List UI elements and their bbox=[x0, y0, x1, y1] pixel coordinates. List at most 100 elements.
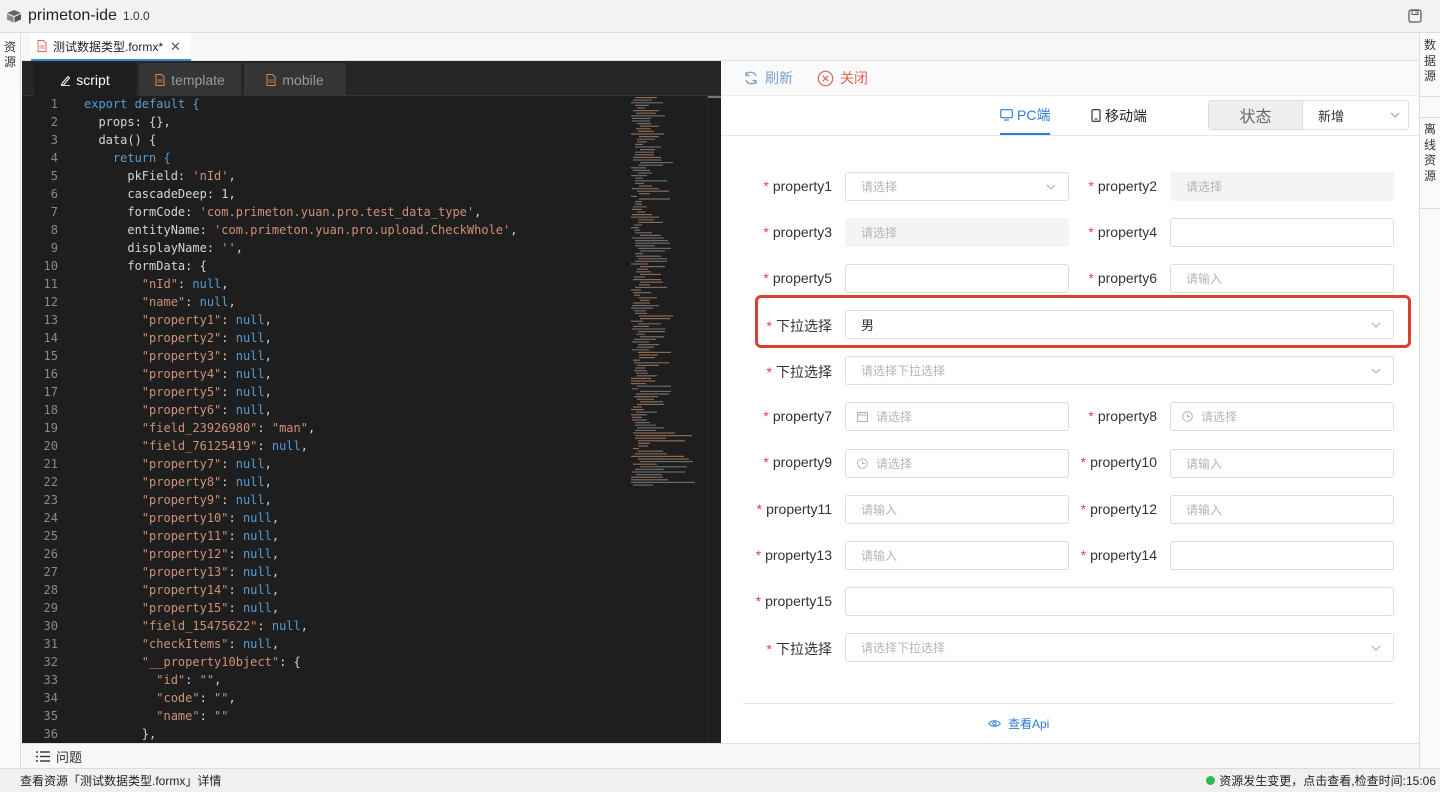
code-line[interactable]: 32 "__property10bject": { bbox=[22, 653, 629, 671]
problems-bar[interactable]: 问题 bbox=[22, 743, 1419, 768]
minimap-line bbox=[632, 416, 642, 418]
dropdown3-select[interactable]: 请选择下拉选择 bbox=[845, 633, 1394, 662]
code-line[interactable]: 16 "property4": null, bbox=[22, 365, 629, 383]
property11-input[interactable]: 请输入 bbox=[845, 495, 1069, 524]
property10-input[interactable]: 请输入 bbox=[1170, 449, 1394, 478]
minimap-line bbox=[640, 234, 661, 236]
code-line[interactable]: 3 data() { bbox=[22, 131, 629, 149]
code-line[interactable]: 18 "property6": null, bbox=[22, 401, 629, 419]
code-line[interactable]: 19 "field_23926980": "man", bbox=[22, 419, 629, 437]
code-line[interactable]: 34 "code": "", bbox=[22, 689, 629, 707]
tab-template[interactable]: template bbox=[139, 63, 241, 96]
code-line[interactable]: 14 "property2": null, bbox=[22, 329, 629, 347]
code-line[interactable]: 1 export default { bbox=[22, 95, 629, 113]
editor-scrollbar[interactable] bbox=[707, 96, 721, 743]
code-token: 'nId' bbox=[192, 169, 229, 183]
code-line[interactable]: 15 "property3": null, bbox=[22, 347, 629, 365]
refresh-button[interactable]: 刷新 bbox=[743, 68, 793, 88]
minimap-line bbox=[640, 401, 663, 403]
property9-time[interactable]: 请选择 bbox=[845, 449, 1069, 478]
dropdown2-select[interactable]: 请选择下拉选择 bbox=[845, 356, 1394, 385]
code-line[interactable]: 27 "property13": null, bbox=[22, 563, 629, 581]
minimap-line bbox=[636, 411, 657, 413]
close-button[interactable]: 关闭 bbox=[817, 68, 868, 88]
code-line[interactable]: 7 formCode: 'com.primeton.yuan.pro.test_… bbox=[22, 203, 629, 221]
property5-input[interactable] bbox=[845, 264, 1069, 293]
state-select[interactable]: 新增 bbox=[1303, 101, 1408, 129]
code-line[interactable]: 36 }, bbox=[22, 725, 629, 743]
code-line[interactable]: 6 cascadeDeep: 1, bbox=[22, 185, 629, 203]
property2-select[interactable]: 请选择 bbox=[1170, 172, 1394, 201]
code-line[interactable]: 9 displayName: '', bbox=[22, 239, 629, 257]
code-line[interactable]: 28 "property14": null, bbox=[22, 581, 629, 599]
code-line[interactable]: 25 "property11": null, bbox=[22, 527, 629, 545]
property8-time[interactable]: 请选择 bbox=[1170, 402, 1394, 431]
code-token: , bbox=[271, 547, 280, 561]
file-tab[interactable]: 测试数据类型.formx* ✕ bbox=[31, 33, 191, 61]
property4-input[interactable] bbox=[1170, 218, 1394, 247]
property12-input[interactable]: 请输入 bbox=[1170, 495, 1394, 524]
dropdown1-select[interactable]: 男 bbox=[845, 310, 1394, 339]
minimap-line bbox=[631, 102, 663, 104]
resources-panel-toggle[interactable]: 资源 bbox=[3, 40, 17, 70]
code-line[interactable]: 29 "property15": null, bbox=[22, 599, 629, 617]
left-rail: 资源 bbox=[0, 33, 21, 768]
tab-mobile-view[interactable]: 移动端 bbox=[1091, 96, 1147, 135]
scrollbar-thumb[interactable] bbox=[708, 96, 721, 98]
status-left-text[interactable]: 查看资源「测试数据类型.formx」详情 bbox=[20, 772, 221, 789]
minimap-line bbox=[637, 268, 648, 270]
property15-input[interactable] bbox=[845, 587, 1394, 616]
property6-input[interactable]: 请输入 bbox=[1170, 264, 1394, 293]
code-token: , bbox=[300, 619, 308, 633]
property3-select[interactable]: 请选择 bbox=[845, 218, 1069, 247]
code-line[interactable]: 13 "property1": null, bbox=[22, 311, 629, 329]
code-line[interactable]: 17 "property5": null, bbox=[22, 383, 629, 401]
property5-label: * property5 bbox=[763, 270, 832, 286]
code-token: null bbox=[271, 619, 301, 633]
code-line[interactable]: 5 pkField: 'nId', bbox=[22, 167, 629, 185]
code-line[interactable]: 24 "property10": null, bbox=[22, 509, 629, 527]
datasource-panel-toggle[interactable]: 数据源 bbox=[1420, 33, 1440, 97]
property14-input[interactable] bbox=[1170, 541, 1394, 570]
minimap-line bbox=[636, 271, 651, 273]
status-right[interactable]: 资源发生变更，点击查看,检查时间:15:06 bbox=[1206, 772, 1436, 789]
property7-date[interactable]: 请选择 bbox=[845, 402, 1069, 431]
view-api-link[interactable]: 查看Api bbox=[988, 715, 1049, 732]
code-line[interactable]: 8 entityName: 'com.primeton.yuan.pro.upl… bbox=[22, 221, 629, 239]
tab-script[interactable]: script bbox=[34, 63, 136, 96]
minimap-line bbox=[638, 331, 665, 333]
code-line[interactable]: 11 "nId": null, bbox=[22, 275, 629, 293]
close-tab-icon[interactable]: ✕ bbox=[170, 40, 181, 53]
code-token: , bbox=[264, 385, 272, 399]
code-line[interactable]: 22 "property8": null, bbox=[22, 473, 629, 491]
code-line[interactable]: 26 "property12": null, bbox=[22, 545, 629, 563]
offline-resources-toggle[interactable]: 离线资源 bbox=[1420, 117, 1440, 209]
code-line[interactable]: 35 "name": "" bbox=[22, 707, 629, 725]
tab-mobile[interactable]: mobile bbox=[244, 63, 346, 96]
code-minimap[interactable] bbox=[627, 95, 707, 495]
minimap-line bbox=[633, 432, 675, 434]
code-line[interactable]: 31 "checkItems": null, bbox=[22, 635, 629, 653]
code-line[interactable]: 23 "property9": null, bbox=[22, 491, 629, 509]
code-line[interactable]: 10 formData: { bbox=[22, 257, 629, 275]
code-editor[interactable]: script template mobile 1 export default {… bbox=[22, 61, 721, 743]
minimap-line bbox=[636, 112, 656, 114]
code-line[interactable]: 12 "name": null, bbox=[22, 293, 629, 311]
code-line[interactable]: 20 "field_76125419": null, bbox=[22, 437, 629, 455]
line-number: 8 bbox=[50, 223, 58, 237]
code-token: , bbox=[307, 421, 316, 435]
code-token: formData: { bbox=[84, 259, 207, 273]
save-icon[interactable] bbox=[1408, 9, 1422, 23]
line-number: 18 bbox=[43, 403, 58, 417]
property1-select[interactable]: 请选择 bbox=[845, 172, 1069, 201]
code-line[interactable]: 4 return { bbox=[22, 149, 629, 167]
property13-input[interactable]: 请输入 bbox=[845, 541, 1069, 570]
tab-pc[interactable]: PC端 bbox=[1000, 96, 1051, 135]
code-line[interactable]: 21 "property7": null, bbox=[22, 455, 629, 473]
code-token: : bbox=[221, 403, 236, 417]
code-line[interactable]: 33 "id": "", bbox=[22, 671, 629, 689]
code-line[interactable]: 30 "field_15475622": null, bbox=[22, 617, 629, 635]
code-token: null bbox=[199, 295, 229, 309]
code-text-area[interactable]: 1 export default {2 props: {}, 3 data() {4… bbox=[22, 95, 629, 743]
code-line[interactable]: 2 props: {}, bbox=[22, 113, 629, 131]
